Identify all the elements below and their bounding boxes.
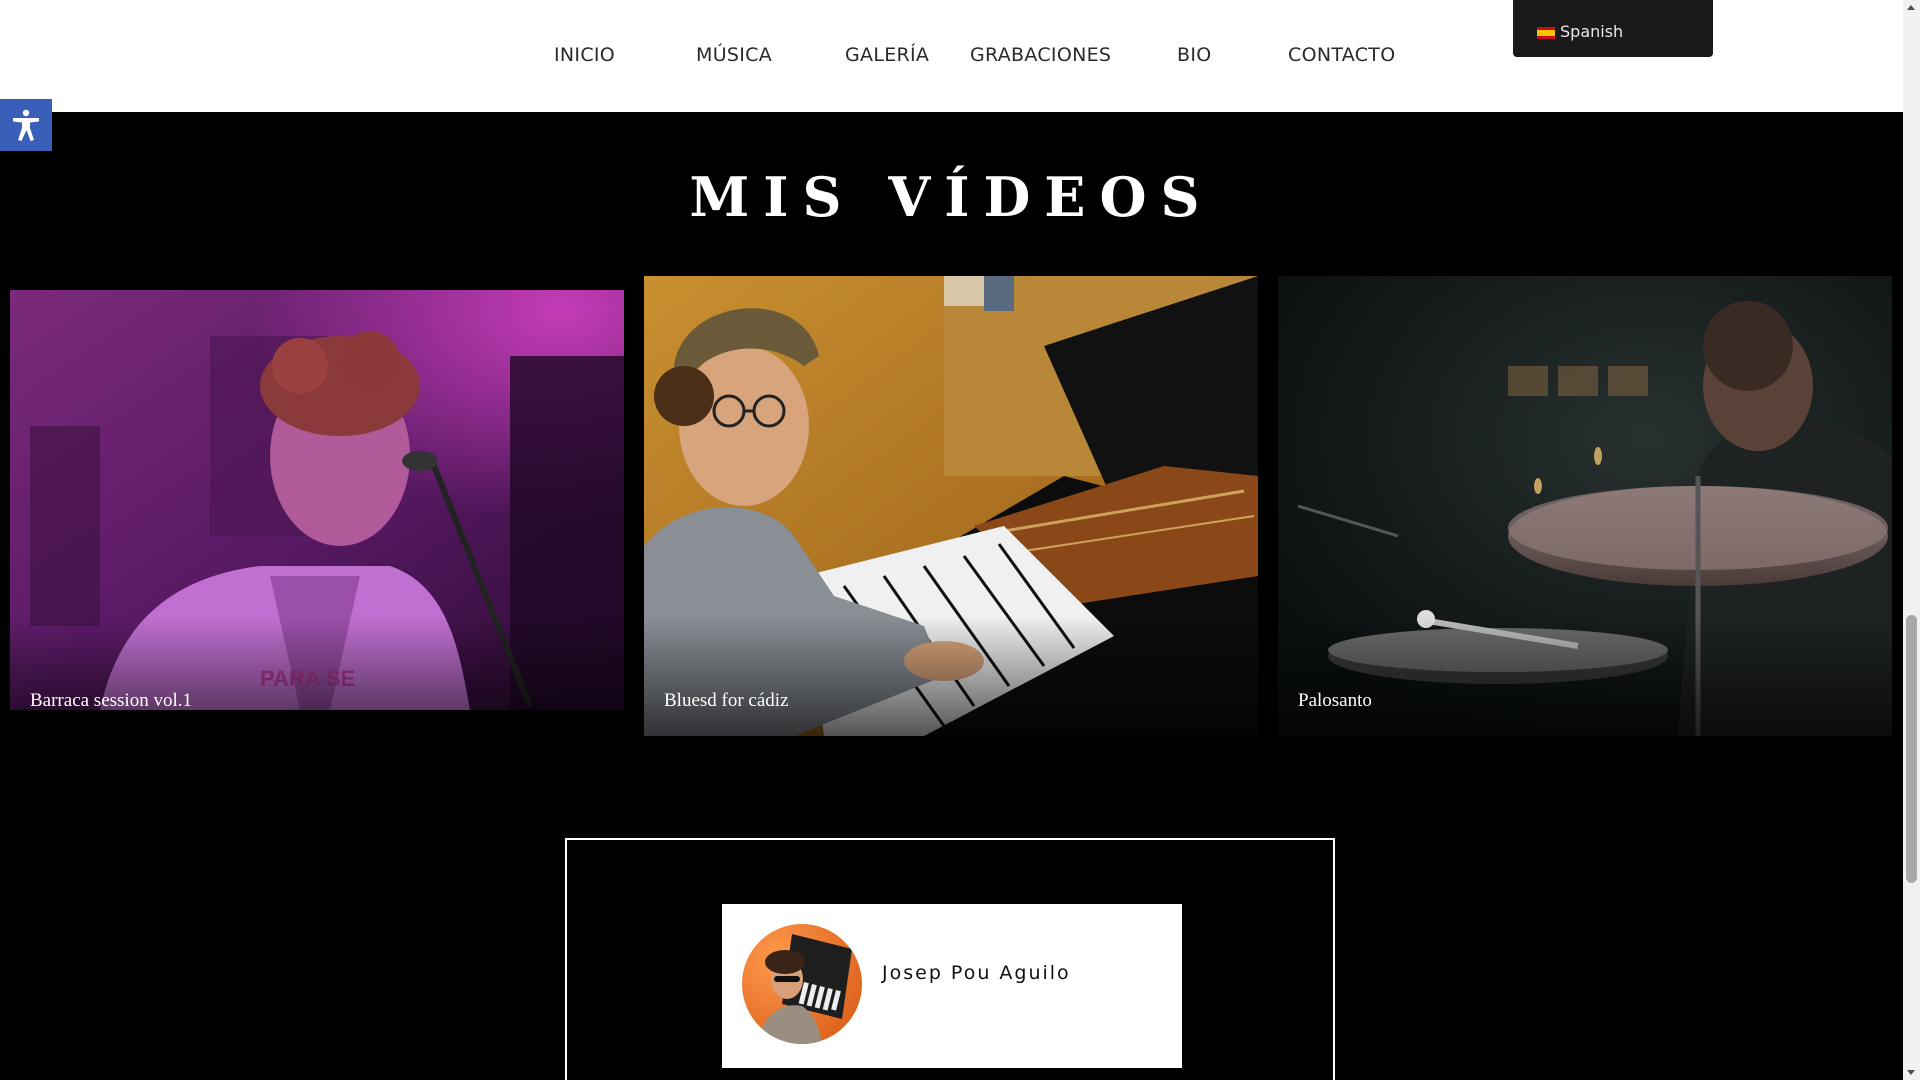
- caption-gradient: [1278, 616, 1892, 736]
- profile-name: Josep Pou Aguilo: [882, 962, 1071, 984]
- language-switcher[interactable]: Spanish: [1513, 0, 1713, 57]
- nav-item-inicio[interactable]: INICIO: [554, 44, 615, 66]
- video-caption: Barraca session vol.1: [30, 690, 192, 711]
- caption-gradient: [644, 616, 1258, 736]
- nav-item-bio[interactable]: BIO: [1177, 44, 1212, 66]
- nav-item-contacto[interactable]: CONTACTO: [1288, 44, 1395, 66]
- page: INICIO MÚSICA GALERÍA GRABACIONES BIO CO…: [0, 0, 1920, 1080]
- caption-gradient: [10, 616, 624, 736]
- scroll-up-arrow-icon[interactable]: [1907, 5, 1915, 10]
- language-label: Spanish: [1560, 22, 1624, 41]
- page-scrollbar[interactable]: [1903, 0, 1920, 1080]
- nav-item-grabaciones[interactable]: GRABACIONES: [970, 44, 1111, 66]
- video-card-palosanto[interactable]: Palosanto: [1278, 276, 1892, 736]
- section-title-videos: MIS VÍDEOS: [689, 165, 1214, 229]
- nav-item-galeria[interactable]: GALERÍA: [845, 44, 929, 66]
- accessibility-button[interactable]: [0, 99, 52, 151]
- avatar: [742, 924, 862, 1044]
- profile-card[interactable]: Josep Pou Aguilo: [722, 904, 1182, 1068]
- video-card-barraca-session[interactable]: PARA SE Barraca session vol.1: [10, 276, 624, 736]
- accessibility-icon: [13, 109, 39, 141]
- scroll-down-arrow-icon[interactable]: [1907, 1070, 1915, 1075]
- spain-flag-icon: [1537, 27, 1555, 39]
- video-caption: Palosanto: [1298, 690, 1372, 711]
- video-caption: Bluesd for cádiz: [664, 690, 789, 711]
- site-header: INICIO MÚSICA GALERÍA GRABACIONES BIO CO…: [0, 0, 1903, 112]
- video-card-bluesd-for-cadiz[interactable]: Bluesd for cádiz: [644, 276, 1258, 736]
- nav-item-musica[interactable]: MÚSICA: [696, 44, 772, 66]
- scrollbar-thumb[interactable]: [1906, 615, 1917, 883]
